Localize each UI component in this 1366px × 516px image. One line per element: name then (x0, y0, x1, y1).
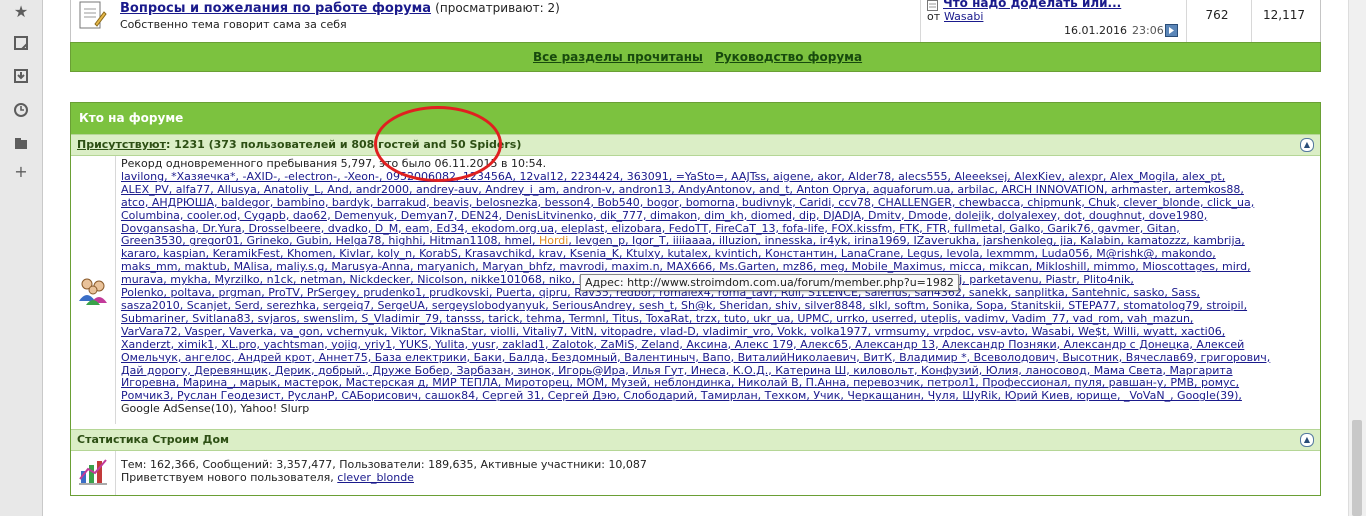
last-post-title[interactable]: Что надо доделать или... (943, 0, 1121, 10)
record-text: Рекорд одновременного пребывания 5,797, … (121, 157, 547, 170)
last-post-cell: Что надо доделать или... от Wasabi 16.01… (924, 0, 1186, 42)
users-line[interactable]: Submariner, Svitlana83, svjaros, swensli… (121, 312, 1314, 326)
welcome-line: Приветствуем нового пользователя, clever… (121, 470, 1314, 485)
who-online-title: Кто на форуме (79, 111, 184, 125)
folder-icon[interactable] (11, 136, 31, 156)
users-line-bots: Google AdSense(10), Yahoo! Slurp (121, 402, 310, 416)
users-line[interactable]: VarVara72, Vasper, Vaverka, va_gon, vche… (121, 325, 1314, 339)
star-icon[interactable]: ★ (11, 2, 31, 22)
go-last-post-icon[interactable] (1165, 24, 1178, 37)
users-line[interactable]: atco, АНДРЮША, baldegor, bambino, bardyk… (121, 196, 1314, 210)
highlighted-username[interactable]: Hordi (539, 234, 568, 247)
link-tooltip: Адрес: http://www.stroimdom.com.ua/forum… (580, 274, 959, 291)
welcome-prefix: Приветствуем нового пользователя, (121, 470, 338, 484)
posts-count: 12,117 (1263, 8, 1305, 22)
who-online-header: Кто на форуме (71, 103, 1320, 134)
users-line[interactable]: Columbina, cooler.od, Cygapb, dao62, Dem… (121, 209, 1314, 223)
download-icon[interactable] (11, 68, 31, 88)
scrollbar-thumb[interactable] (1352, 420, 1362, 516)
thread-icon (77, 0, 111, 34)
who-online-box: Кто на форуме Присутствуют: 1231 (373 по… (70, 102, 1321, 496)
last-post-time: 23:06 (1132, 24, 1164, 37)
clock-icon[interactable] (11, 102, 31, 122)
browser-sidebar: ★ + (0, 0, 43, 516)
users-line[interactable]: ALEX_PV, alfa77, Allusya, Anatoliy_L, An… (121, 183, 1314, 197)
topics-count: 762 (1205, 8, 1229, 22)
plus-icon[interactable]: + (11, 162, 31, 182)
annotation-circle (374, 106, 502, 182)
last-post-date: 16.01.2016 (1064, 24, 1127, 37)
forum-title-line: Вопросы и пожелания по работе форума (пр… (120, 1, 560, 16)
stats-bar: Статистика Строим Дом ▲ (71, 429, 1320, 451)
present-bar: Присутствуют: 1231 (373 пользователей и … (71, 134, 1320, 156)
forum-title-link[interactable]: Вопросы и пожелания по работе форума (120, 1, 431, 16)
users-icon-cell (71, 156, 116, 424)
users-line[interactable]: lavilong, *Хазяечка*, -AXID-, -electron-… (121, 170, 1314, 184)
viewing-count: (просматривают: 2) (435, 1, 560, 15)
stats-content: Тем: 162,366, Сообщений: 3,357,477, Поль… (121, 458, 1314, 485)
collapse-up-icon[interactable]: ▲ (1300, 433, 1314, 447)
users-line[interactable]: sasza2010, Scanjet, Serd, serezhka, serg… (121, 299, 1314, 313)
users-line[interactable]: Омельчук, ангелос, Андрей крот, Аннет75,… (121, 351, 1314, 365)
new-user-link[interactable]: clever_blonde (337, 471, 414, 484)
collapse-up-icon[interactable]: ▲ (1300, 138, 1314, 152)
page-scrollbar[interactable] (1348, 0, 1366, 516)
users-line[interactable]: Xanderzt, ximik1, XL.pro, yachtsman, yoj… (121, 338, 1314, 352)
stats-chart-icon (79, 459, 107, 485)
mark-read-link[interactable]: Все разделы прочитаны (533, 50, 703, 64)
col-divider (920, 0, 921, 42)
forum-links-bar: Все разделы прочитаны Руководство форума (70, 42, 1321, 72)
present-link[interactable]: Присутствуют (77, 138, 166, 151)
users-group-icon (79, 278, 107, 305)
forum-row: Вопросы и пожелания по работе форума (пр… (70, 0, 1321, 43)
forum-description: Собственно тема говорит сама за себя (120, 18, 347, 31)
stats-row: Тем: 162,366, Сообщений: 3,357,477, Поль… (71, 451, 1320, 495)
last-post-author[interactable]: Wasabi (944, 10, 983, 23)
stats-icon-cell (71, 451, 116, 495)
forum-guide-link[interactable]: Руководство форума (715, 50, 862, 64)
note-icon[interactable] (11, 35, 31, 55)
stats-title: Статистика Строим Дом (77, 433, 230, 446)
last-post-by: от (927, 10, 941, 23)
